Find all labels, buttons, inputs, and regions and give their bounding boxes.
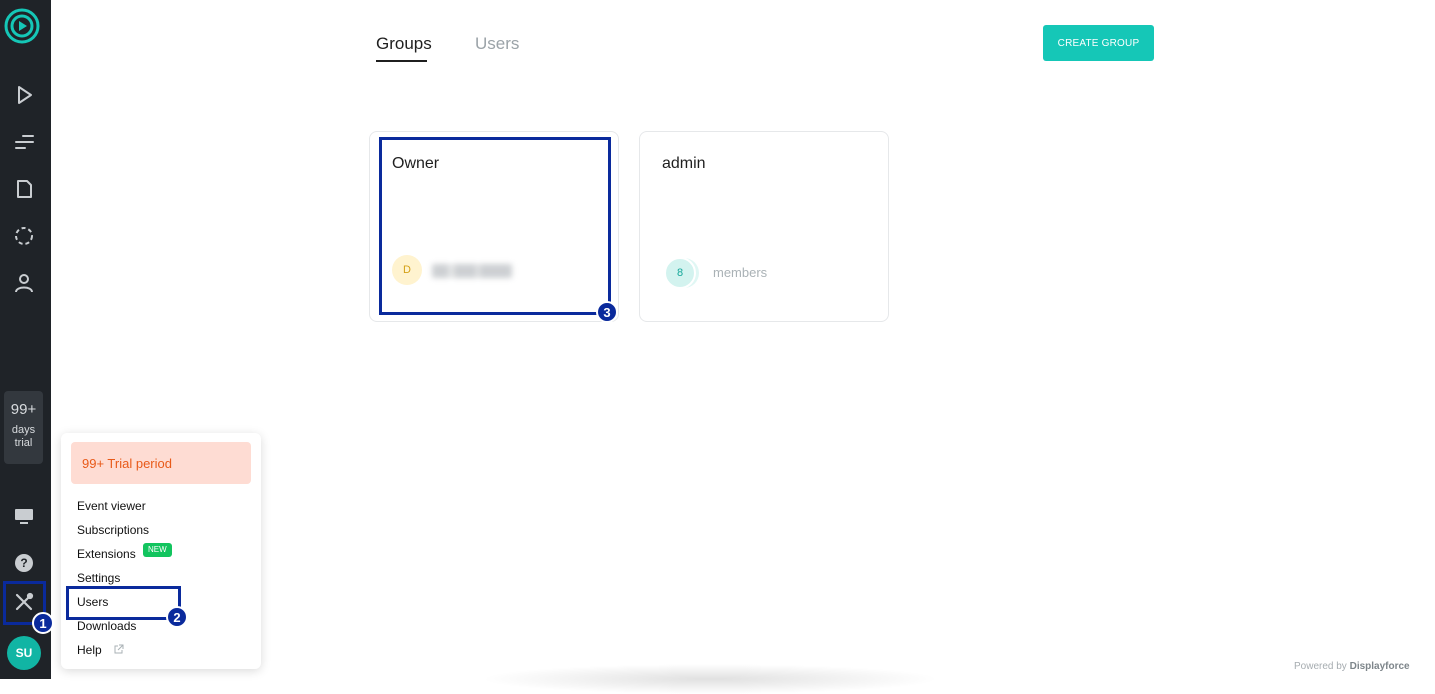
create-group-button[interactable]: CREATE GROUP xyxy=(1043,25,1154,61)
user-icon[interactable] xyxy=(11,270,37,296)
tab-users[interactable]: Users xyxy=(475,34,519,54)
play-icon[interactable] xyxy=(11,82,37,108)
menu-item-help[interactable]: Help xyxy=(77,643,124,657)
active-tab-indicator xyxy=(376,60,427,62)
group-card-admin[interactable]: admin 8 members xyxy=(639,131,889,322)
sidebar: 99+ days trial ? SU xyxy=(0,0,51,679)
member-avatar: D xyxy=(392,255,422,285)
annotation-number: 1 xyxy=(32,612,54,634)
svg-text:?: ? xyxy=(20,556,27,570)
bottom-shadow xyxy=(480,664,940,694)
monitor-icon[interactable] xyxy=(11,503,37,529)
group-name: Owner xyxy=(392,155,440,172)
menu-item-settings[interactable]: Settings xyxy=(77,571,120,585)
list-icon[interactable] xyxy=(11,129,37,155)
member-email-redacted xyxy=(432,264,512,278)
trial-counter[interactable]: 99+ days trial xyxy=(4,391,43,464)
selection-icon[interactable] xyxy=(11,223,37,249)
new-badge: NEW xyxy=(143,543,172,557)
menu-item-subscriptions[interactable]: Subscriptions xyxy=(77,523,149,537)
group-card-owner[interactable]: Owner D xyxy=(369,131,619,322)
trial-days-label: days trial xyxy=(11,424,36,449)
menu-item-event-viewer[interactable]: Event viewer xyxy=(77,499,146,513)
trial-days: 99+ xyxy=(10,401,37,418)
trial-period-banner[interactable]: 99+ Trial period xyxy=(71,442,251,484)
menu-item-users[interactable]: Users xyxy=(77,595,108,609)
annotation-number: 3 xyxy=(596,301,618,323)
annotation-number: 2 xyxy=(166,606,188,628)
help-icon[interactable]: ? xyxy=(11,550,37,576)
tab-groups[interactable]: Groups xyxy=(376,34,432,54)
group-name: admin xyxy=(662,155,706,172)
logo-icon[interactable] xyxy=(4,8,40,44)
member-count-badge: 8 xyxy=(664,257,696,289)
external-link-icon xyxy=(114,644,124,654)
settings-menu: 99+ Trial period Event viewer Subscripti… xyxy=(61,433,261,669)
avatar[interactable]: SU xyxy=(7,636,41,670)
members-label: members xyxy=(713,265,768,280)
menu-item-extensions[interactable]: Extensions xyxy=(77,547,136,561)
footer-powered-by: Powered by Displayforce xyxy=(1294,661,1410,672)
tools-icon[interactable] xyxy=(11,589,37,615)
menu-item-downloads[interactable]: Downloads xyxy=(77,619,136,633)
document-icon[interactable] xyxy=(11,176,37,202)
